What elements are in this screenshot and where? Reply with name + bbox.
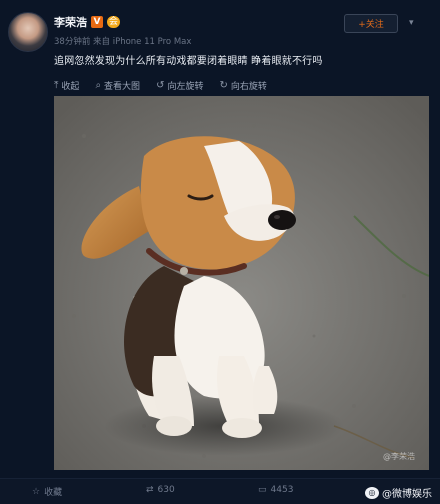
favorite-button[interactable]: ☆ 收藏 xyxy=(32,485,63,499)
image-toolbar: ⤒ 收起 ⌕ 查看大图 ↺ 向左旋转 ↻ 向右旋转 xyxy=(54,77,429,93)
brand-label: @微博娱乐 xyxy=(382,489,432,500)
collapse-label: 收起 xyxy=(61,81,80,92)
search-icon: ⌕ xyxy=(95,79,102,91)
comment-icon: ▭ xyxy=(258,485,267,495)
brand-watermark: ◎ @微博娱乐 xyxy=(365,485,432,500)
view-large-button[interactable]: ⌕ 查看大图 xyxy=(95,79,140,92)
rotate-right-label: 向右旋转 xyxy=(230,81,267,92)
vip-badge-icon: 会 xyxy=(107,16,120,28)
repost-icon: ⇄ xyxy=(146,485,154,495)
rotate-right-icon: ↻ xyxy=(219,79,228,91)
collapse-button[interactable]: ⤒ 收起 xyxy=(54,79,79,92)
rotate-left-button[interactable]: ↺ 向左旋转 xyxy=(156,79,203,92)
favorite-label: 收藏 xyxy=(44,488,63,498)
author-row: 李荣浩 V 会 xyxy=(54,14,120,30)
weibo-logo-icon: ◎ xyxy=(365,486,379,499)
comment-count: 4453 xyxy=(270,485,294,495)
follow-button[interactable]: +关注 xyxy=(344,14,398,33)
author-name[interactable]: 李荣浩 xyxy=(54,14,87,30)
post-header: 李荣浩 V 会 38分钟前 来自 iPhone 11 Pro Max +关注 ▾… xyxy=(0,0,440,70)
comment-button[interactable]: ▭ 4453 xyxy=(258,485,293,495)
view-large-label: 查看大图 xyxy=(104,81,141,92)
chevron-down-icon[interactable]: ▾ xyxy=(409,18,414,28)
verified-icon: V xyxy=(91,16,103,28)
rotate-left-label: 向左旋转 xyxy=(167,81,204,92)
collapse-icon: ⤒ xyxy=(54,79,59,91)
action-bar: ☆ 收藏 ⇄ 630 ▭ 4453 ◎ @微博娱乐 xyxy=(0,478,440,504)
post-text: 追网忽然发现为什么所有动戏都要闭着眼睛 睁着眼就不行吗 xyxy=(54,56,323,67)
avatar[interactable] xyxy=(8,12,48,52)
rotate-left-icon: ↺ xyxy=(156,79,165,91)
puppy-photo-illustration xyxy=(54,96,429,470)
star-icon: ☆ xyxy=(32,486,41,497)
photo-watermark: @李荣浩 xyxy=(383,452,415,461)
post-photo[interactable]: @李荣浩 xyxy=(54,96,429,470)
post-meta: 38分钟前 来自 iPhone 11 Pro Max xyxy=(54,37,192,47)
repost-count: 630 xyxy=(157,485,175,495)
repost-button[interactable]: ⇄ 630 xyxy=(146,485,175,495)
rotate-right-button[interactable]: ↻ 向右旋转 xyxy=(219,79,266,92)
